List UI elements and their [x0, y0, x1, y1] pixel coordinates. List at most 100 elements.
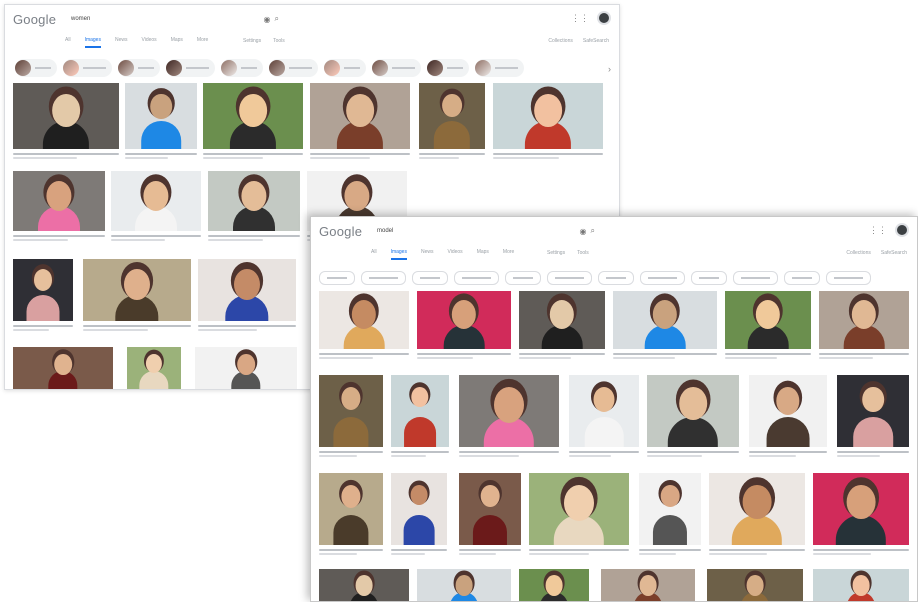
- image-result[interactable]: [459, 473, 521, 557]
- result-thumbnail[interactable]: [391, 375, 449, 447]
- result-thumbnail[interactable]: [417, 569, 511, 601]
- image-result[interactable]: [493, 83, 603, 161]
- related-search-chip[interactable]: [15, 59, 57, 77]
- safesearch-link[interactable]: SafeSearch: [881, 250, 907, 256]
- image-result[interactable]: [208, 171, 300, 243]
- image-result[interactable]: [13, 347, 113, 389]
- result-thumbnail[interactable]: [519, 569, 589, 601]
- image-result[interactable]: [319, 473, 383, 557]
- result-title[interactable]: [813, 549, 909, 551]
- result-title[interactable]: [459, 549, 521, 551]
- result-title[interactable]: [569, 451, 639, 453]
- result-title[interactable]: [725, 353, 811, 355]
- result-title[interactable]: [493, 153, 603, 155]
- result-thumbnail[interactable]: [493, 83, 603, 149]
- result-title[interactable]: [83, 325, 191, 327]
- image-result[interactable]: [519, 291, 605, 361]
- result-title[interactable]: [417, 353, 511, 355]
- image-result[interactable]: [310, 83, 410, 161]
- tab-videos[interactable]: Videos: [447, 249, 462, 260]
- filter-chip[interactable]: [412, 271, 448, 285]
- result-thumbnail[interactable]: [125, 83, 197, 149]
- result-thumbnail[interactable]: [707, 569, 803, 601]
- result-thumbnail[interactable]: [127, 347, 181, 389]
- image-result[interactable]: [709, 473, 805, 557]
- image-result[interactable]: [319, 375, 383, 459]
- filter-chip[interactable]: [784, 271, 820, 285]
- image-result[interactable]: [647, 375, 739, 459]
- result-title[interactable]: [13, 325, 73, 327]
- result-thumbnail[interactable]: [459, 473, 521, 545]
- related-search-chip[interactable]: [118, 59, 160, 77]
- search-box[interactable]: model ◉ ⌕: [371, 222, 601, 240]
- google-logo[interactable]: Google: [319, 224, 363, 239]
- safesearch-link[interactable]: SafeSearch: [583, 38, 609, 44]
- result-thumbnail[interactable]: [749, 375, 827, 447]
- result-thumbnail[interactable]: [198, 259, 296, 321]
- image-result[interactable]: [529, 473, 629, 557]
- search-icon[interactable]: ⌕: [275, 14, 279, 24]
- result-title[interactable]: [319, 451, 383, 453]
- result-title[interactable]: [310, 153, 410, 155]
- filter-chip[interactable]: [640, 271, 685, 285]
- related-search-chip[interactable]: [427, 59, 469, 77]
- image-result[interactable]: [203, 83, 303, 161]
- result-thumbnail[interactable]: [310, 83, 410, 149]
- result-thumbnail[interactable]: [319, 569, 409, 601]
- image-result[interactable]: [725, 291, 811, 361]
- image-result[interactable]: [83, 259, 191, 333]
- result-thumbnail[interactable]: [83, 259, 191, 321]
- result-thumbnail[interactable]: [13, 83, 119, 149]
- apps-grid-icon[interactable]: ⋮⋮: [571, 13, 589, 24]
- tab-videos[interactable]: Videos: [141, 37, 156, 48]
- result-thumbnail[interactable]: [319, 291, 409, 349]
- tab-maps[interactable]: Maps: [477, 249, 489, 260]
- result-thumbnail[interactable]: [813, 569, 909, 601]
- image-result[interactable]: [601, 569, 695, 601]
- image-result[interactable]: [13, 83, 119, 161]
- image-result[interactable]: [749, 375, 827, 459]
- result-title[interactable]: [13, 153, 119, 155]
- image-result[interactable]: [819, 291, 909, 361]
- image-result[interactable]: [319, 569, 409, 601]
- result-thumbnail[interactable]: [319, 375, 383, 447]
- image-result[interactable]: [459, 375, 559, 459]
- result-title[interactable]: [639, 549, 701, 551]
- result-title[interactable]: [613, 353, 717, 355]
- tab-images[interactable]: Images: [84, 37, 101, 48]
- result-thumbnail[interactable]: [639, 473, 701, 545]
- collections-link[interactable]: Collections: [846, 250, 870, 256]
- filter-chip[interactable]: [361, 271, 406, 285]
- result-thumbnail[interactable]: [569, 375, 639, 447]
- result-thumbnail[interactable]: [391, 473, 447, 545]
- image-result[interactable]: [613, 291, 717, 361]
- result-thumbnail[interactable]: [459, 375, 559, 447]
- result-thumbnail[interactable]: [837, 375, 909, 447]
- search-query[interactable]: model: [377, 228, 576, 234]
- result-thumbnail[interactable]: [647, 375, 739, 447]
- result-thumbnail[interactable]: [419, 83, 485, 149]
- result-title[interactable]: [111, 235, 201, 237]
- account-avatar[interactable]: [597, 11, 611, 25]
- account-avatar[interactable]: [895, 223, 909, 237]
- result-thumbnail[interactable]: [195, 347, 297, 389]
- apps-grid-icon[interactable]: ⋮⋮: [869, 225, 887, 236]
- result-title[interactable]: [391, 549, 447, 551]
- related-search-chip[interactable]: [269, 59, 318, 77]
- filter-chip[interactable]: [505, 271, 541, 285]
- image-result[interactable]: [417, 569, 511, 601]
- result-title[interactable]: [837, 451, 909, 453]
- image-result[interactable]: [127, 347, 181, 389]
- image-result[interactable]: [417, 291, 511, 361]
- result-thumbnail[interactable]: [203, 83, 303, 149]
- result-title[interactable]: [391, 451, 449, 453]
- image-result[interactable]: [391, 473, 447, 557]
- result-thumbnail[interactable]: [529, 473, 629, 545]
- tab-images[interactable]: Images: [390, 249, 407, 260]
- image-result[interactable]: [125, 83, 197, 161]
- related-search-chip[interactable]: [221, 59, 263, 77]
- result-thumbnail[interactable]: [709, 473, 805, 545]
- result-title[interactable]: [125, 153, 197, 155]
- tab-more[interactable]: More: [503, 249, 514, 260]
- tab-news[interactable]: News: [421, 249, 434, 260]
